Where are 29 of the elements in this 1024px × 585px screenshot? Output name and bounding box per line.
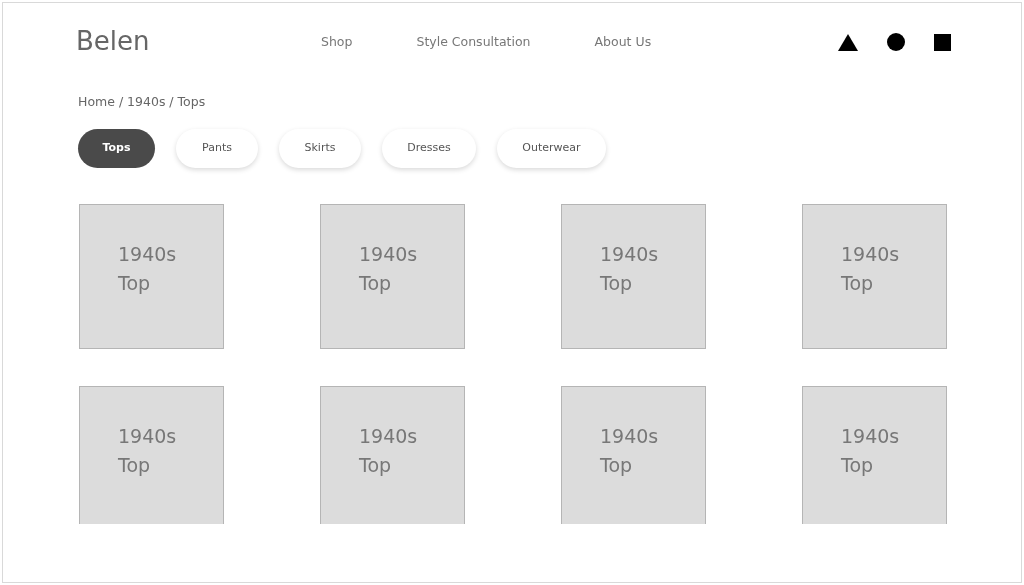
product-label: 1940s Top <box>118 423 178 478</box>
product-label: 1940s Top <box>841 241 901 296</box>
product-label: 1940s Top <box>600 241 660 296</box>
brand-logo[interactable]: Belen <box>76 21 321 61</box>
nav-link[interactable]: Style Consultation <box>416 32 531 52</box>
product-label: 1940s Top <box>118 241 178 296</box>
product-placeholder[interactable]: 1940s Top <box>320 386 465 524</box>
product-label: 1940s Top <box>600 423 660 478</box>
product-label: 1940s Top <box>359 241 419 296</box>
product-placeholder[interactable]: 1940s Top <box>802 386 947 524</box>
breadcrumb: Home / 1940s / Tops <box>78 94 206 109</box>
category-chip[interactable]: Pants <box>176 129 258 168</box>
product-placeholder[interactable]: 1940s Top <box>802 204 947 349</box>
product-placeholder[interactable]: 1940s Top <box>561 204 706 349</box>
product-placeholder[interactable]: 1940s Top <box>79 204 224 349</box>
nav-link[interactable]: About Us <box>594 32 652 52</box>
nav-link[interactable]: Shop <box>321 32 353 52</box>
category-chip[interactable]: Outerwear <box>497 129 606 168</box>
category-chip[interactable]: Dresses <box>382 129 476 168</box>
category-chip[interactable]: Skirts <box>279 129 361 168</box>
product-label: 1940s Top <box>841 423 901 478</box>
square-icon[interactable] <box>934 33 951 51</box>
product-label: 1940s Top <box>359 423 419 478</box>
triangle-icon[interactable] <box>838 33 858 51</box>
product-placeholder[interactable]: 1940s Top <box>561 386 706 524</box>
circle-icon[interactable] <box>887 33 905 51</box>
category-chip[interactable]: Tops <box>78 129 155 168</box>
product-placeholder[interactable]: 1940s Top <box>79 386 224 524</box>
product-placeholder[interactable]: 1940s Top <box>320 204 465 349</box>
